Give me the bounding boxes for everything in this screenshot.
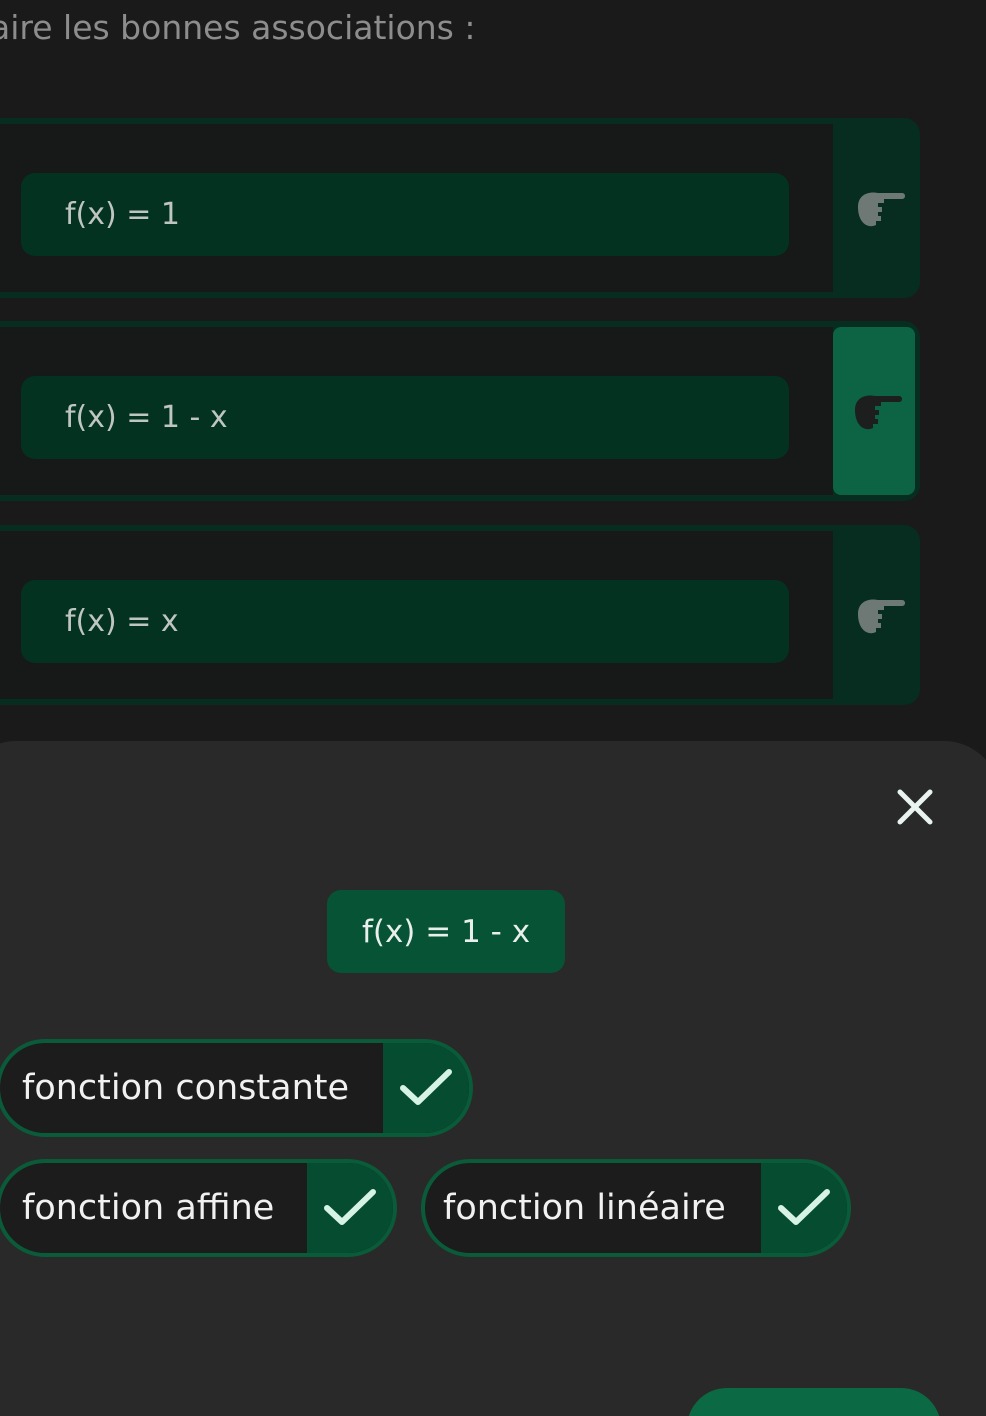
match-slot[interactable] [833,118,920,298]
close-icon [897,789,933,825]
option-check-area[interactable] [383,1043,469,1133]
option-check-area[interactable] [761,1163,847,1253]
formula-pill[interactable]: f(x) = 1 [21,173,789,256]
exercise-screen: aire les bonnes associations : f(x) = 1 … [0,0,986,1416]
option-label: fonction constante [22,1068,350,1108]
match-slot[interactable] [833,525,920,705]
option-check-area[interactable] [307,1163,393,1253]
option-label: fonction affine [22,1188,275,1228]
match-row-body: f(x) = 1 - x [0,327,833,495]
option-fonction-affine[interactable]: fonction affine [0,1159,397,1257]
match-slot-active[interactable] [833,327,915,495]
check-icon [778,1189,830,1225]
match-row-1[interactable]: f(x) = 1 [0,118,920,298]
close-button[interactable] [895,787,935,827]
continue-button[interactable] [687,1388,941,1416]
check-icon [324,1189,376,1225]
check-icon [400,1069,452,1105]
instruction-text: aire les bonnes associations : [0,8,476,47]
pointing-hand-icon [857,599,905,634]
match-row-2[interactable]: f(x) = 1 - x [0,321,920,501]
selected-formula-chip: f(x) = 1 - x [327,890,565,973]
pointing-hand-icon [857,192,905,227]
option-label: fonction linéaire [443,1188,726,1228]
option-fonction-lineaire[interactable]: fonction linéaire [421,1159,851,1257]
match-row-body: f(x) = x [0,531,833,699]
formula-pill[interactable]: f(x) = x [21,580,789,663]
match-row-3[interactable]: f(x) = x [0,525,920,705]
option-fonction-constante[interactable]: fonction constante [0,1039,473,1137]
pointing-hand-icon [855,395,902,430]
match-row-body: f(x) = 1 [0,124,833,292]
formula-pill[interactable]: f(x) = 1 - x [21,376,789,459]
